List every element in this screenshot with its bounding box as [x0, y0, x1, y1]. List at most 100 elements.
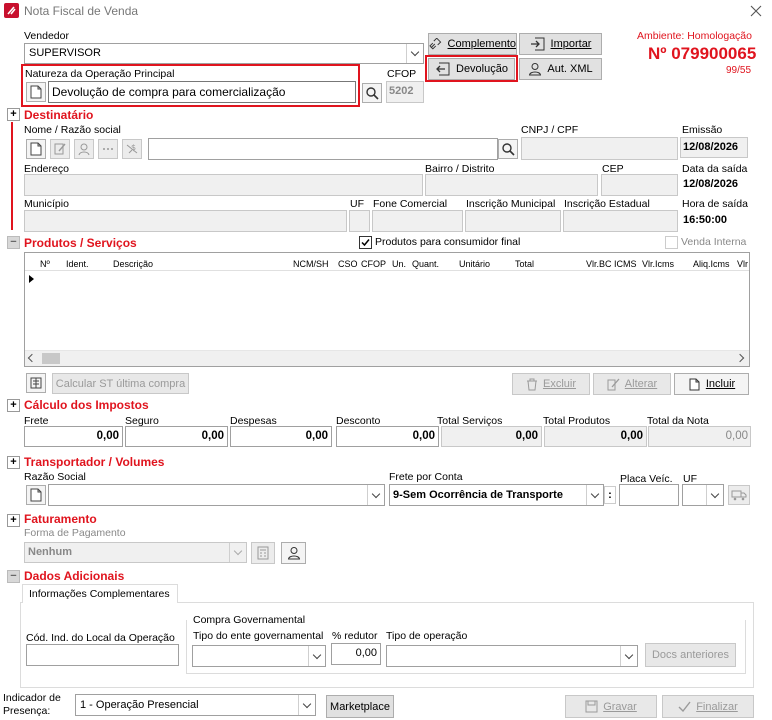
bairro-field: [425, 174, 598, 196]
scroll-right-icon[interactable]: [735, 353, 745, 363]
produtos-grid[interactable]: [24, 252, 750, 367]
desconto-value: 0,00: [412, 430, 435, 442]
chevron-down-icon[interactable]: [706, 485, 723, 505]
col-vlrbc: Vlr.BC ICMS: [586, 259, 637, 269]
impostos-title: Cálculo dos Impostos: [24, 398, 149, 412]
calc-icon[interactable]: [26, 373, 46, 393]
vendedor-select[interactable]: SUPERVISOR: [24, 43, 424, 64]
tipo-op-select[interactable]: [386, 645, 638, 667]
chevron-down-icon[interactable]: [298, 695, 315, 715]
svg-text:$: $: [131, 143, 136, 152]
vendedor-label: Vendedor: [24, 30, 69, 42]
frete-field[interactable]: 0,00: [24, 426, 123, 447]
natureza-input[interactable]: Devolução de compra para comercialização: [48, 81, 356, 103]
user-icon[interactable]: [281, 542, 306, 564]
transportador-select[interactable]: [48, 484, 385, 506]
consumidor-final-label: Produtos para consumidor final: [375, 236, 521, 248]
trash-icon: [526, 378, 537, 390]
desconto-field[interactable]: 0,00: [336, 426, 439, 447]
faturamento-toggle[interactable]: +: [7, 514, 20, 527]
incluir-label: Incluir: [705, 378, 736, 390]
complemento-button[interactable]: Complemento: [428, 33, 517, 55]
emissao-value: 12/08/2026: [683, 141, 739, 153]
transportador-toggle[interactable]: +: [7, 456, 20, 469]
uf-label: UF: [350, 198, 364, 210]
cfop-field: 5202: [386, 81, 424, 103]
cnpj-field: [521, 137, 678, 160]
devolucao-button[interactable]: Devolução: [428, 58, 515, 80]
redutor-input[interactable]: 0,00: [331, 643, 381, 665]
emissao-field: 12/08/2026: [680, 137, 748, 158]
incluir-button[interactable]: Incluir: [674, 373, 749, 395]
venda-interna-label: Venda Interna: [681, 236, 747, 248]
indicador-label-2: Presença:: [3, 705, 51, 717]
aut-xml-button[interactable]: Aut. XML: [519, 58, 602, 80]
municipio-field: [24, 210, 347, 232]
dados-toggle[interactable]: −: [7, 570, 20, 583]
frete-conta-select[interactable]: 9-Sem Ocorrência de Transporte: [389, 484, 604, 506]
despesas-field[interactable]: 0,00: [230, 426, 332, 447]
col-aliqicms: Aliq.Icms: [693, 259, 730, 269]
data-saida-field[interactable]: 12/08/2026: [680, 174, 748, 195]
scroll-left-icon[interactable]: [27, 353, 37, 363]
municipio-label: Município: [24, 198, 69, 210]
check-icon: [361, 239, 370, 247]
col-un: Un.: [392, 259, 407, 269]
chevron-down-icon[interactable]: [308, 646, 325, 666]
importar-label: Importar: [550, 38, 592, 50]
cnpj-label: CNPJ / CPF: [521, 124, 579, 136]
calculator-icon: [251, 542, 275, 564]
finalizar-button: Finalizar: [662, 695, 754, 718]
razao-social-label: Razão Social: [24, 471, 86, 483]
edit-icon: [607, 378, 620, 390]
row-indicator-icon: [29, 275, 34, 283]
grid-hscroll[interactable]: [25, 350, 749, 366]
nome-input[interactable]: [148, 138, 498, 160]
close-icon[interactable]: [748, 3, 764, 19]
hora-saida-field[interactable]: 16:50:00: [680, 210, 748, 231]
scroll-thumb[interactable]: [42, 353, 60, 364]
tab-informacoes[interactable]: Informações Complementares: [22, 584, 178, 603]
search-icon[interactable]: [362, 83, 382, 103]
col-cfop: CFOP: [361, 259, 387, 269]
contact-icon: [74, 139, 94, 159]
transp-uf-select[interactable]: [682, 484, 724, 506]
tipo-ente-label: Tipo do ente governamental: [193, 630, 324, 642]
produtos-toggle[interactable]: −: [7, 236, 20, 249]
col-quant: Quant.: [412, 259, 440, 269]
return-icon: [436, 62, 450, 76]
indicador-select[interactable]: 1 - Operação Presencial: [75, 694, 316, 716]
marketplace-button[interactable]: Marketplace: [326, 695, 394, 718]
total-produtos-field: 0,00: [544, 426, 647, 447]
col-total: Total: [515, 259, 535, 269]
col-vlr: Vlr: [737, 259, 748, 269]
destinatario-toggle[interactable]: +: [7, 108, 20, 121]
placa-input[interactable]: [619, 484, 679, 506]
venda-interna-checkbox: [665, 236, 678, 249]
seguro-field[interactable]: 0,00: [125, 426, 228, 447]
destinatario-bar: [11, 122, 13, 230]
chevron-down-icon[interactable]: [586, 485, 603, 505]
vendedor-value: SUPERVISOR: [29, 47, 101, 59]
destinatario-title: Destinatário: [24, 108, 94, 122]
impostos-toggle[interactable]: +: [7, 399, 20, 412]
new-doc-icon: [689, 378, 700, 390]
chevron-down-icon[interactable]: [620, 646, 637, 666]
devolucao-label: Devolução: [456, 63, 508, 75]
consumidor-final-checkbox[interactable]: [359, 236, 372, 249]
fone-field: [372, 210, 463, 232]
natureza-label: Natureza da Operação Principal: [25, 68, 175, 80]
chevron-down-icon[interactable]: [367, 485, 384, 505]
calcular-st-button: Calcular ST última compra: [52, 373, 189, 394]
search-icon[interactable]: [498, 139, 518, 159]
tipo-ente-select[interactable]: [192, 645, 326, 667]
forma-pagamento-value: Nenhum: [28, 546, 72, 558]
chevron-down-icon[interactable]: [406, 44, 423, 63]
alterar-label: Alterar: [624, 378, 658, 390]
new-doc-icon[interactable]: [26, 82, 46, 102]
new-doc-icon[interactable]: [26, 139, 46, 159]
importar-button[interactable]: Importar: [519, 33, 602, 55]
new-doc-icon[interactable]: [26, 485, 46, 505]
cod-local-input[interactable]: [26, 644, 179, 666]
finalizar-label: Finalizar: [696, 700, 738, 713]
